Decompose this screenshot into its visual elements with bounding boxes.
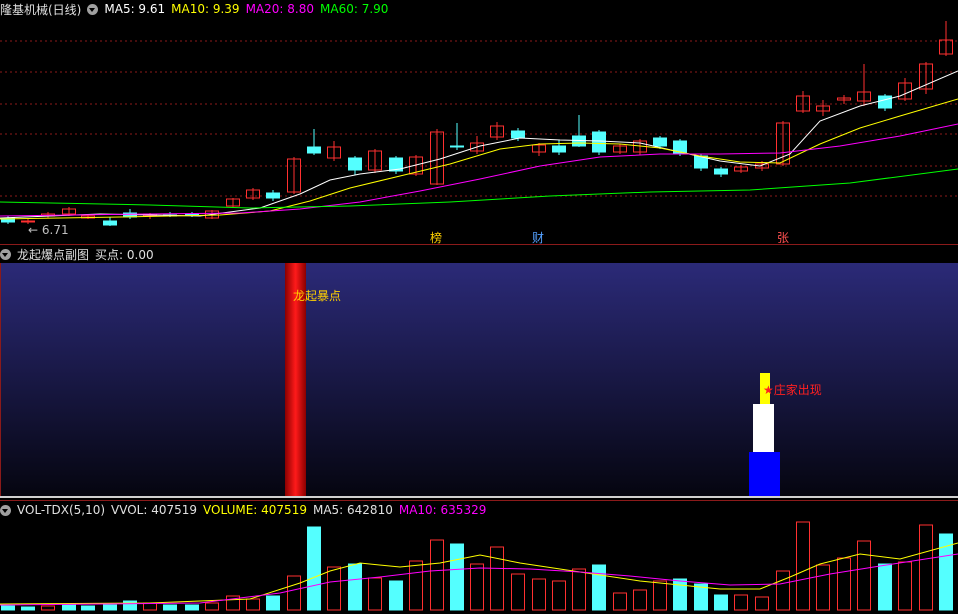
ma60-readout: MA60: 7.90: [320, 2, 389, 16]
volume-chart[interactable]: [0, 519, 958, 613]
volume-bar: [511, 573, 525, 611]
volume-bar: [776, 570, 790, 611]
candle-body: [185, 213, 199, 216]
candle-body: [103, 220, 117, 226]
vol-ma10-line: [0, 553, 958, 606]
volume-bar: [796, 521, 810, 611]
ma20-readout: MA20: 8.80: [245, 2, 314, 16]
price-low-label: 6.71: [41, 223, 69, 237]
volume-bar: [470, 563, 484, 611]
vol-ma5-line: [0, 542, 958, 605]
volume-readout: VOLUME: 407519: [203, 503, 307, 517]
volume-bar: [266, 595, 280, 611]
volume-bar: [368, 577, 382, 611]
volume-panel-header: VOL-TDX(5,10) VVOL: 407519 VOLUME: 40751…: [0, 501, 492, 519]
volume-bar: [103, 604, 117, 611]
volume-bar: [673, 578, 687, 611]
volume-bar: [653, 580, 667, 611]
ma10-readout: MA10: 9.39: [171, 2, 240, 16]
indicator-panel[interactable]: 龙起暴点 ★庄家出现: [0, 263, 958, 498]
volume-bar: [62, 604, 76, 611]
collapse-toggle-icon[interactable]: [0, 504, 11, 516]
volume-bar: [755, 596, 769, 611]
volume-bar: [348, 563, 362, 611]
volume-bar: [41, 605, 55, 611]
ma5-line: [0, 70, 958, 219]
volume-bar: [734, 594, 748, 611]
volume-bar: [123, 600, 137, 611]
volume-bar: [409, 560, 423, 611]
volume-bar: [633, 589, 647, 611]
ma20-line: [0, 123, 958, 217]
volume-bar: [878, 563, 892, 611]
volume-bar: [430, 539, 444, 611]
volume-bar: [816, 564, 830, 611]
candle-body: [307, 146, 321, 154]
candle-body: [878, 95, 892, 109]
volume-bar: [450, 543, 464, 611]
volume-bar: [919, 524, 933, 611]
volume-bar: [857, 540, 871, 611]
volume-bar: [490, 546, 504, 611]
volume-bar: [81, 605, 95, 611]
volume-bar: [552, 580, 566, 611]
vol-ma5-readout: MA5: 642810: [312, 503, 393, 517]
volume-bar: [21, 606, 35, 611]
volume-bar: [613, 592, 627, 611]
blue-column: [749, 452, 780, 496]
candlestick-chart[interactable]: [0, 16, 958, 244]
indicator-panel-header: 龙起爆点副图 买点: 0.00: [0, 245, 160, 263]
candle-body: [592, 131, 606, 153]
volume-bar: [1, 605, 15, 611]
collapse-toggle-icon[interactable]: [0, 248, 11, 260]
candle-body: [653, 137, 667, 147]
candle-body: [450, 145, 464, 148]
indicator-baseline: [0, 496, 958, 498]
volume-bar: [327, 566, 341, 611]
candle-body: [511, 130, 525, 139]
volume-bar: [532, 578, 546, 611]
volume-bar: [389, 580, 403, 611]
vol-title: VOL-TDX(5,10): [17, 503, 106, 517]
ma5-readout: MA5: 9.61: [104, 2, 166, 16]
ma60-line: [0, 168, 958, 209]
volume-bar: [163, 604, 177, 611]
candle-body: [714, 168, 728, 175]
ma10-line: [0, 98, 958, 220]
volume-bar: [592, 564, 606, 611]
volume-bar: [307, 526, 321, 611]
banker-label: 庄家出现: [773, 383, 822, 397]
signal-label: 龙起暴点: [293, 289, 342, 303]
indicator-title: 龙起爆点副图: [17, 247, 90, 262]
stock-title: 隆基机械(日线): [0, 2, 82, 17]
volume-bar: [246, 598, 260, 611]
volume-bar: [714, 594, 728, 611]
vol-ma10-readout: MA10: 635329: [398, 503, 487, 517]
volume-bar: [837, 557, 851, 611]
volume-bar: [898, 561, 912, 611]
white-column: [753, 404, 774, 452]
volume-bar: [572, 568, 586, 611]
collapse-toggle-icon[interactable]: [87, 3, 99, 15]
price-low-marker: ← 6.71: [28, 223, 69, 237]
vvol-readout: VVOL: 407519: [111, 503, 198, 517]
candle-body: [348, 157, 362, 171]
banker-marker: ★庄家出现: [763, 383, 822, 397]
volume-bar: [143, 602, 157, 611]
candle-body: [21, 220, 35, 223]
candle-body: [552, 145, 566, 153]
candle-body: [266, 192, 280, 199]
buy-point-readout: 买点: 0.00: [95, 247, 154, 262]
volume-bar: [287, 575, 301, 611]
volume-bar: [185, 604, 199, 611]
volume-bar: [205, 602, 219, 611]
